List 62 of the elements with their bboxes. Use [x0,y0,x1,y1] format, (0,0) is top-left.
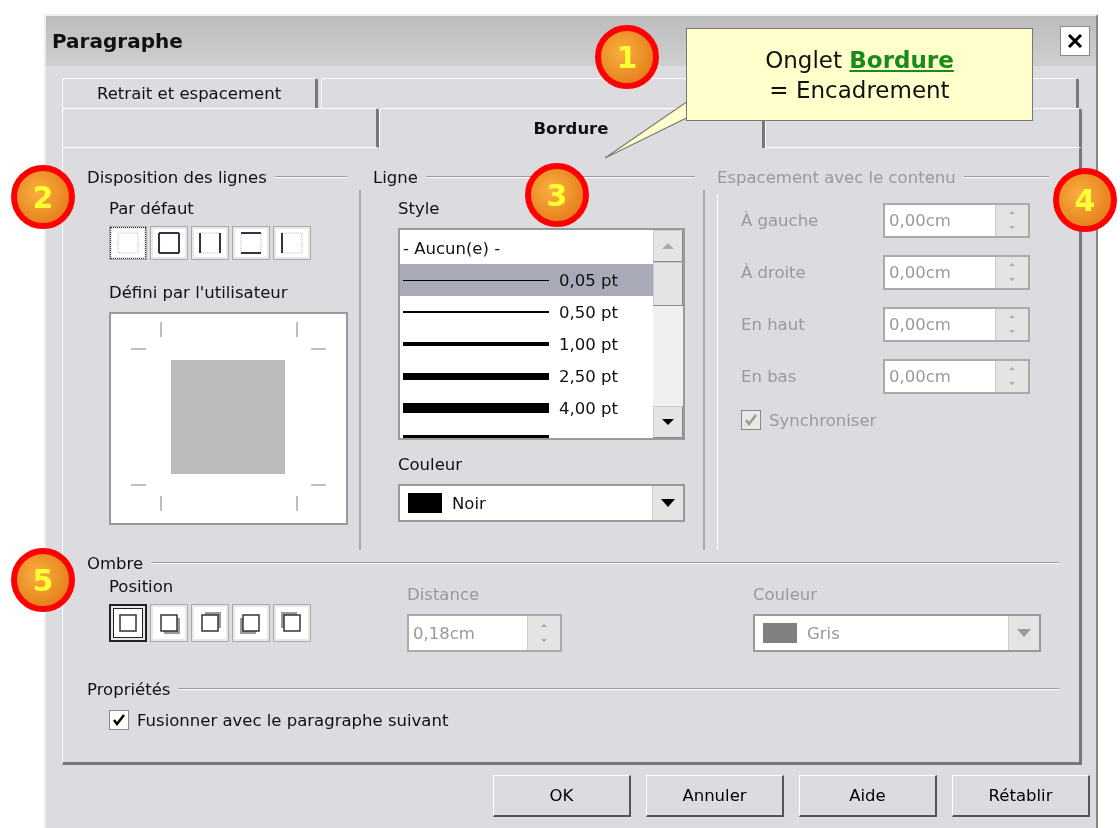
section-heading: Espacement avec le contenu [717,167,956,187]
line-style-option[interactable]: 1,00 pt [400,328,653,360]
border-preset-button[interactable] [109,226,147,260]
border-preset-icon [238,230,264,256]
shadow-position-button[interactable] [232,604,270,642]
field-label: Défini par l'utilisateur [109,282,288,304]
tab[interactable]: Retrait et espacement [62,78,319,108]
dropdown-arrow-icon [1017,629,1031,637]
color-dropdown[interactable]: Noir [398,484,685,522]
border-preset-icon [156,230,182,256]
line-style-option[interactable]: - Aucun(e) - [400,232,653,264]
field-label: Couleur [398,454,463,476]
border-preset-button[interactable] [150,226,188,260]
callout-subtitle: = Encadrement [769,75,950,105]
number-badge: 4 [1053,168,1117,232]
border-preset-icon [197,230,223,256]
border-preset-icon [279,230,305,256]
dialog-button[interactable]: Rétablir [952,775,1090,817]
field-label: En haut [741,314,806,334]
window-title: Paragraphe [52,29,183,53]
section-heading: Propriétés [87,679,171,699]
line-style-list[interactable]: - Aucun(e) - 0,05 pt 0,50 pt 1,00 pt 2,50 pt 4,00 pt [398,228,685,440]
line-style-option[interactable]: 2,50 pt [400,360,653,392]
close-button[interactable] [1060,26,1090,56]
check-icon [111,712,127,728]
field-label: Style [398,198,440,220]
shadow-position-button[interactable] [273,604,311,642]
shadow-position-button[interactable] [191,604,229,642]
up-arrow-icon [662,242,674,250]
shadow-position-button[interactable] [150,604,188,642]
border-preset-button[interactable] [273,226,311,260]
line-style-option[interactable]: 0,50 pt [400,296,653,328]
dialog-button[interactable]: Aide [799,775,937,817]
field-label: Distance [407,584,480,606]
field-label: À gauche [741,210,820,230]
close-icon [1067,33,1083,49]
field-label: En bas [741,366,798,386]
line-style-option[interactable]: 0,05 pt [400,264,653,296]
border-preset-icon [115,230,141,256]
shadow-position-button[interactable] [109,604,147,642]
field-label: À droite [741,262,807,282]
check-icon [743,412,759,428]
section-heading: Disposition des lignes [87,167,267,187]
callout-title: Onglet Bordure [765,45,954,75]
border-preview[interactable] [109,312,348,525]
line-style-option[interactable]: 4,00 pt [400,392,653,424]
field-label: Position [109,577,174,596]
field-label: Par défaut [109,198,194,220]
border-preset-button[interactable] [191,226,229,260]
section-heading: Ligne [373,167,418,187]
merge-checkbox[interactable]: Fusionner avec le paragraphe suivant [109,710,1063,730]
dropdown-arrow-icon [661,499,675,507]
number-badge: 5 [11,548,75,612]
dialog-button[interactable]: OK [493,775,631,817]
section-heading: Ombre [87,553,144,573]
scrollbar[interactable] [653,230,683,438]
border-preset-button[interactable] [232,226,270,260]
number-badge: 2 [11,165,75,229]
down-arrow-icon [662,418,674,426]
scroll-thumb[interactable] [653,262,683,306]
dialog-button[interactable]: Annuler [646,775,784,817]
field-label: Couleur [753,584,818,606]
